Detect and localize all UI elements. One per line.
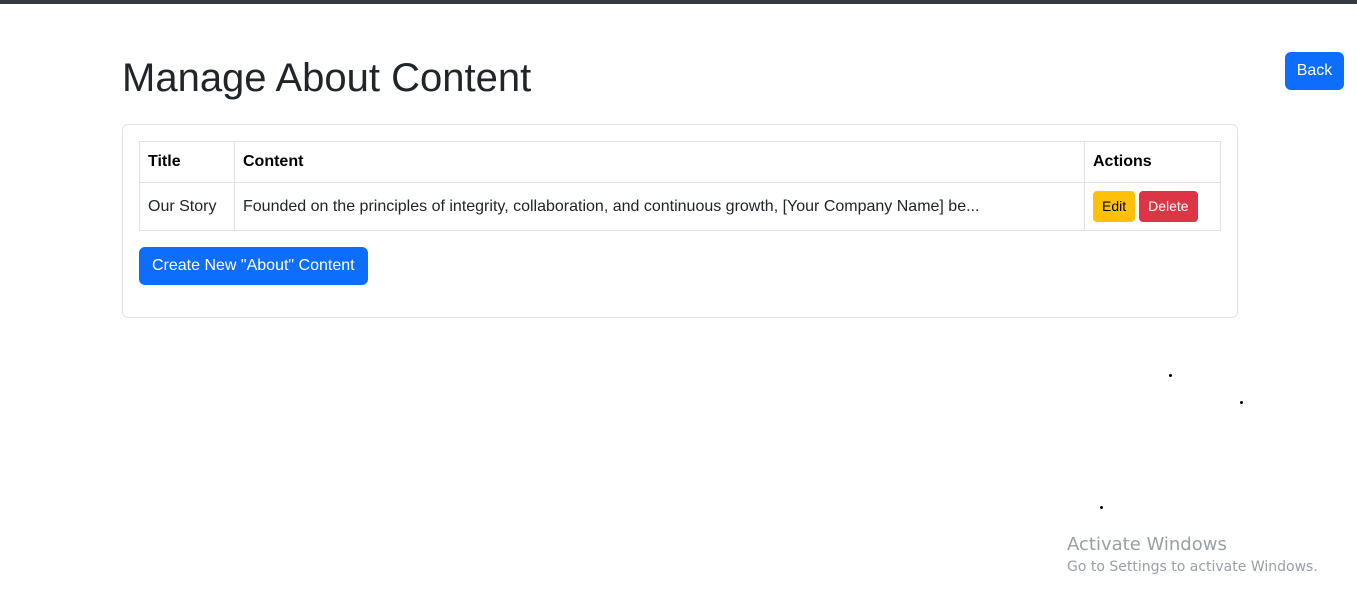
table-header-row: Title Content Actions — [139, 141, 1221, 183]
stray-dot — [1100, 506, 1103, 509]
create-about-content-button[interactable]: Create New "About" Content — [139, 247, 368, 285]
watermark-subtitle: Go to Settings to activate Windows. — [1067, 559, 1318, 575]
watermark-title: Activate Windows — [1067, 534, 1227, 555]
edit-button[interactable]: Edit — [1093, 191, 1136, 222]
about-content-table: Title Content Actions Our Story Founded … — [139, 141, 1221, 231]
top-border-bar — [0, 0, 1357, 4]
column-header-actions: Actions — [1084, 141, 1221, 183]
row-content-cell: Founded on the principles of integrity, … — [234, 182, 1085, 231]
back-button[interactable]: Back — [1285, 52, 1344, 90]
stray-dot — [1240, 401, 1243, 404]
row-actions-cell: Edit Delete — [1084, 182, 1221, 231]
content-card: Title Content Actions Our Story Founded … — [122, 124, 1238, 318]
delete-button[interactable]: Delete — [1139, 191, 1198, 222]
table-row: Our Story Founded on the principles of i… — [139, 182, 1221, 231]
page-title: Manage About Content — [122, 56, 532, 100]
windows-activation-watermark: Activate Windows Go to Settings to activ… — [1067, 534, 1318, 577]
column-header-content: Content — [234, 141, 1085, 183]
column-header-title: Title — [139, 141, 235, 183]
stray-dot — [1169, 374, 1172, 377]
row-title-cell: Our Story — [139, 182, 235, 231]
